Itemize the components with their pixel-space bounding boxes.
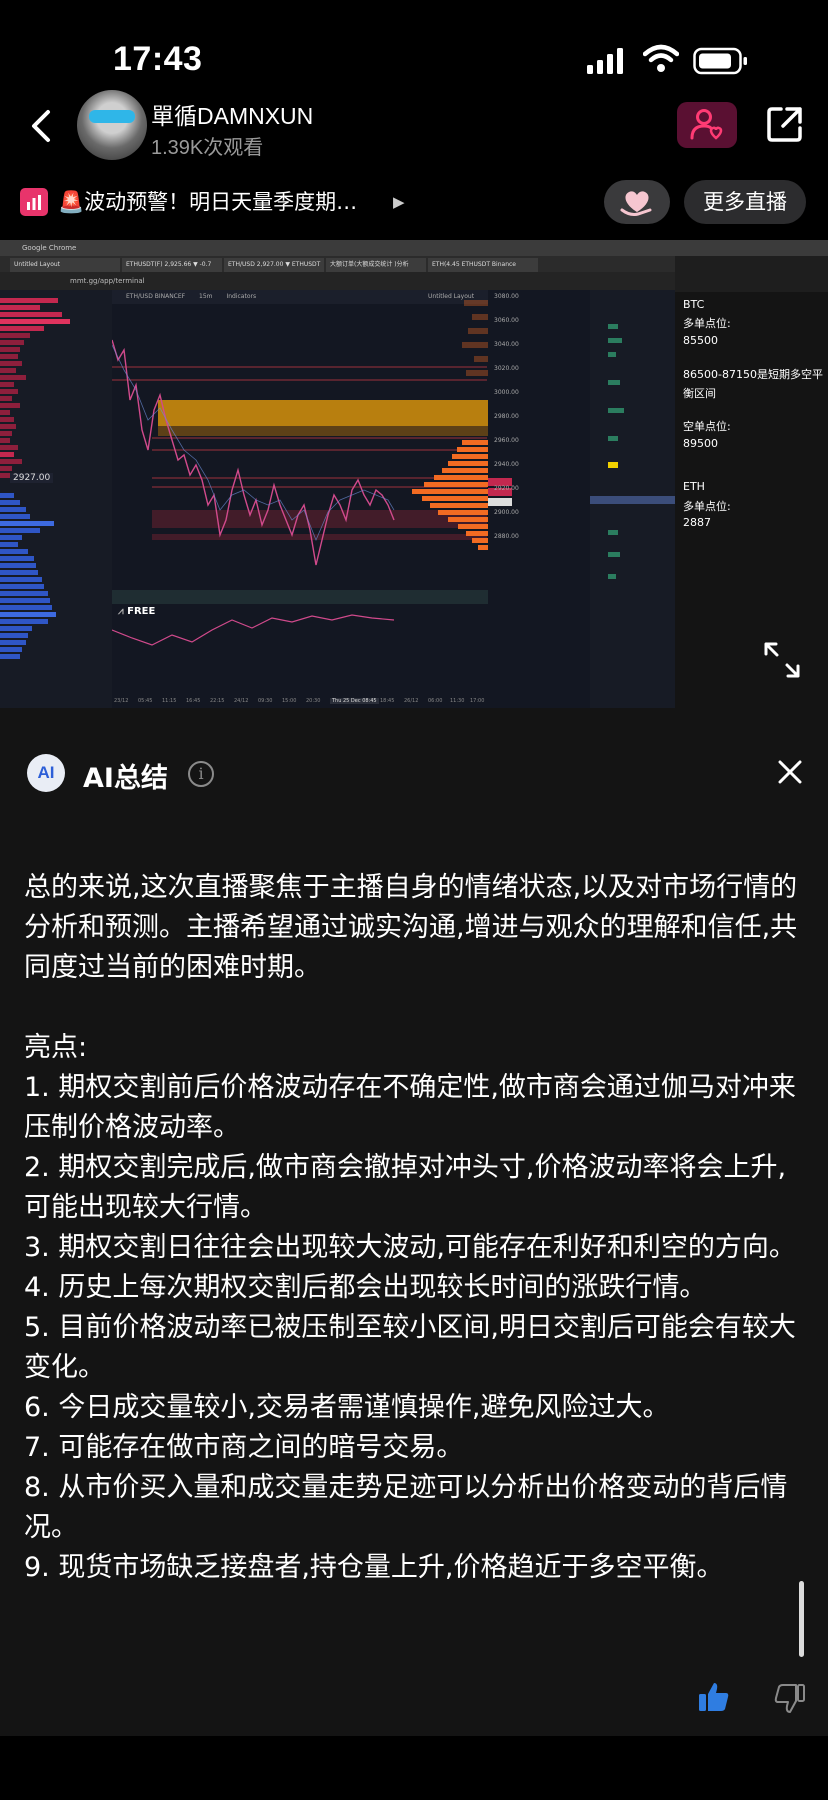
streamer-name[interactable]: 單循DAMNXUN <box>151 97 313 131</box>
highlight-item: 9. 现货市场缺乏接盘者,持仓量上升,价格趋近于多空平衡。 <box>24 1552 724 1583</box>
notes-toolbar <box>675 256 828 292</box>
ai-logo-icon: AI <box>27 754 65 792</box>
summary-intro: 总的来说,这次直播聚焦于主播自身的情绪状态,以及对市场行情的分析和预测。主播希望… <box>24 872 798 983</box>
price-chart: ETH/USD BINANCEF 15m Indicators Untitled… <box>112 290 590 708</box>
highlight-item: 8. 从市价买入量和成交量走势足迹可以分析出价格变动的背后情况。 <box>24 1472 788 1543</box>
note-line: 衡区间 <box>683 387 716 400</box>
notes-panel: BTC 多单点位: 85500 86500-87150是短期多空平 衡区间 空单… <box>675 256 828 708</box>
highlight-item: 2. 期权交割完成后,做市商会撤掉对冲头寸,价格波动率将会上升,可能出现较大行情… <box>24 1152 787 1223</box>
note-line: BTC <box>683 298 705 311</box>
time-and-sales <box>590 290 675 708</box>
chart-bar-icon <box>20 188 48 216</box>
note-line: 85500 <box>683 334 718 347</box>
browser-tab: ETHUSDT(F) 2,925.66 ▼ -0.7 <box>122 258 222 272</box>
info-icon[interactable]: i <box>188 761 214 787</box>
ai-summary-panel: AI AI总结 i 总的来说,这次直播聚焦于主播自身的情绪状态,以及对市场行情的… <box>0 708 828 1736</box>
time-axis: 23/12 05:45 11:15 16:45 22:15 24/12 09:3… <box>114 698 485 704</box>
note-line: 2887 <box>683 516 711 529</box>
order-book: 2927.00 <box>0 290 112 708</box>
clock: 17:43 <box>113 40 203 78</box>
ask-depth-bars <box>0 298 70 478</box>
play-triangle-icon[interactable]: ▶ <box>393 193 405 211</box>
address-bar: mmt.gg/app/terminal <box>0 272 675 290</box>
highlight-item: 7. 可能存在做市商之间的暗号交易。 <box>24 1432 464 1463</box>
hand-heart-icon <box>620 191 652 216</box>
browser-tab: Untitled Layout <box>10 258 120 272</box>
highlight-item: 1. 期权交割前后价格波动存在不确定性,做市商会通过伽马对冲来压制价格波动率。 <box>24 1072 796 1143</box>
price-axis: 3080.00 3060.00 3040.00 3020.00 3000.00 … <box>494 293 519 540</box>
summary-scrollbar[interactable] <box>799 1581 804 1657</box>
cellular-signal-icon <box>587 48 623 74</box>
close-icon[interactable] <box>776 758 804 786</box>
browser-title-bar: Google Chrome <box>0 240 828 256</box>
order-book-mid-price: 2927.00 <box>10 473 54 483</box>
follow-user-icon <box>690 109 723 140</box>
note-line: 空单点位: <box>683 420 731 433</box>
streamer-avatar[interactable] <box>77 90 147 160</box>
live-title-ticker[interactable]: 🚨波动预警！明日天量季度期… <box>58 186 357 216</box>
follow-button[interactable] <box>677 102 737 148</box>
free-badge: ⩘ FREE <box>118 606 156 617</box>
thumbs-down-icon[interactable] <box>773 1682 807 1716</box>
battery-icon <box>693 47 747 75</box>
note-line: 86500-87150是短期多空平 <box>683 368 823 381</box>
live-stream-video[interactable]: Google Chrome Untitled Layout ETHUSDT(F)… <box>0 240 828 708</box>
bottom-safe-area <box>0 1736 828 1800</box>
note-line: ETH <box>683 480 705 493</box>
tape-bars <box>590 324 675 579</box>
highlight-item: 3. 期权交割日往往会出现较大波动,可能存在利好和利空的方向。 <box>24 1232 796 1263</box>
wifi-icon <box>643 44 679 72</box>
share-icon[interactable] <box>765 104 805 144</box>
order-book-depth <box>0 298 70 659</box>
note-line: 多单点位: <box>683 317 731 330</box>
thumbs-up-icon[interactable] <box>697 1680 731 1714</box>
ai-summary-content: 总的来说,这次直播聚焦于主播自身的情绪状态,以及对市场行情的分析和预测。主播希望… <box>24 868 800 1588</box>
highlights-heading: 亮点: <box>24 1032 88 1063</box>
browser-tab: 大额订单(大额成交统计 )分析 <box>326 258 426 272</box>
more-live-button[interactable]: 更多直播 <box>684 180 806 224</box>
browser-tab: ETH/USD 2,927.00 ▼ ETHUSDT <box>224 258 324 272</box>
browser-tab: ETH(4.45 ETHUSDT Binance <box>428 258 538 272</box>
note-line: 89500 <box>683 437 718 450</box>
highlight-item: 6. 今日成交量较小,交易者需谨慎操作,避免风险过大。 <box>24 1392 670 1423</box>
browser-tab-bar: Untitled Layout ETHUSDT(F) 2,925.66 ▼ -0… <box>0 256 675 272</box>
bid-depth-bars <box>0 493 56 659</box>
ai-summary-title: AI总结 <box>83 763 168 794</box>
highlight-item: 4. 历史上每次期权交割后都会出现较长时间的涨跌行情。 <box>24 1272 707 1303</box>
note-line: 多单点位: <box>683 500 731 513</box>
view-count: 1.39K次观看 <box>151 137 264 159</box>
fullscreen-icon[interactable] <box>762 640 802 680</box>
gift-heart-button[interactable] <box>604 180 670 224</box>
back-arrow-icon[interactable] <box>28 108 58 144</box>
highlight-item: 5. 目前价格波动率已被压制至较小区间,明日交割后可能会有较大变化。 <box>24 1312 796 1383</box>
